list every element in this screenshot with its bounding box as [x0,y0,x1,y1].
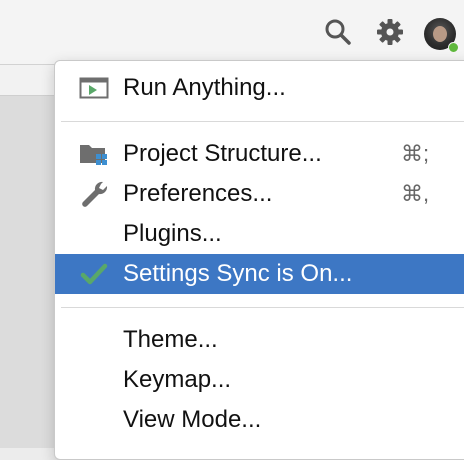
editor-background-panel [0,65,54,448]
menu-item-view-mode[interactable]: View Mode... [55,400,464,440]
menu-separator [61,307,464,308]
checkmark-icon [79,261,109,287]
run-anything-icon [79,75,109,101]
avatar-face [433,26,447,42]
menu-item-run-anything[interactable]: Run Anything... [55,68,464,108]
settings-button[interactable] [374,16,406,48]
menu-item-label: Theme... [123,326,218,353]
menu-item-settings-sync[interactable]: Settings Sync is On... [55,254,464,294]
menu-item-label: View Mode... [123,406,262,433]
project-structure-icon [79,141,109,167]
gear-icon [377,19,403,45]
menu-item-label: Settings Sync is On... [123,260,353,287]
menu-item-keymap[interactable]: Keymap... [55,360,464,400]
online-status-dot [448,42,459,53]
wrench-icon [79,181,109,207]
main-toolbar [0,0,464,65]
settings-popup-menu: Run Anything... Project Structure... ⌘; … [54,60,464,460]
user-avatar[interactable] [424,18,459,53]
editor-tab-strip [0,65,54,96]
menu-item-shortcut: ⌘; [401,141,430,166]
menu-separator [61,121,464,122]
menu-item-label: Run Anything... [123,74,286,101]
menu-item-plugins[interactable]: Plugins... [55,214,464,254]
search-button[interactable] [322,16,354,48]
menu-item-shortcut: ⌘, [401,181,430,206]
menu-item-project-structure[interactable]: Project Structure... ⌘; [55,134,464,174]
menu-item-theme[interactable]: Theme... [55,320,464,360]
search-icon [325,19,351,45]
menu-item-label: Project Structure... [123,140,322,167]
menu-item-label: Plugins... [123,220,222,247]
menu-item-label: Keymap... [123,366,232,393]
menu-item-preferences[interactable]: Preferences... ⌘, [55,174,464,214]
menu-item-label: Preferences... [123,180,273,207]
